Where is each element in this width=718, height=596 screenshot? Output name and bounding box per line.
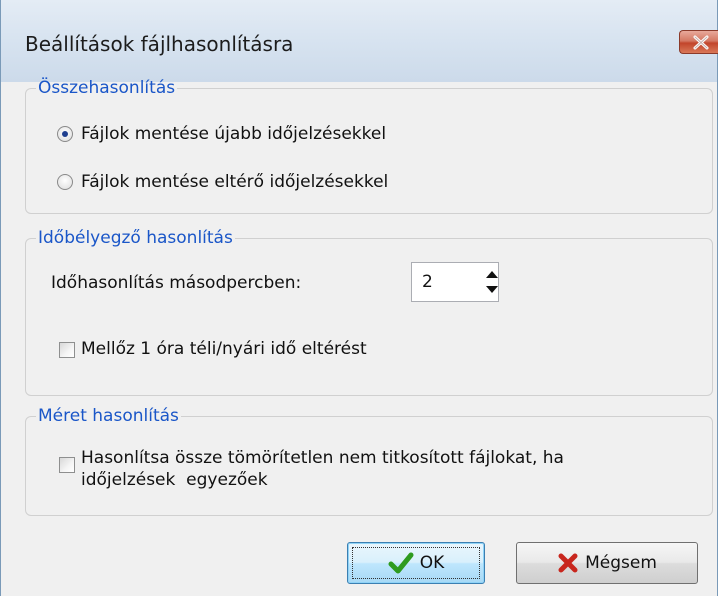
ok-button[interactable]: OK bbox=[347, 542, 485, 584]
radio-button-unchecked[interactable] bbox=[57, 174, 73, 190]
dst-checkbox-row[interactable]: Mellőz 1 óra téli/nyári idő eltérést bbox=[59, 339, 367, 359]
checkmark-icon bbox=[388, 552, 414, 574]
cancel-label: Mégsem bbox=[585, 553, 657, 573]
spin-down-arrow-icon[interactable] bbox=[486, 286, 498, 293]
ok-label: OK bbox=[419, 553, 445, 573]
timestamp-group: Időbélyegző hasonlítás bbox=[25, 228, 713, 396]
spin-up-arrow-icon[interactable] bbox=[486, 271, 498, 278]
size-legend: Méret hasonlítás bbox=[38, 406, 179, 426]
seconds-value[interactable]: 2 bbox=[422, 272, 433, 292]
comparison-legend: Összehasonlítás bbox=[38, 78, 176, 98]
close-icon bbox=[693, 35, 709, 50]
close-button[interactable] bbox=[679, 30, 718, 54]
radio-button-checked[interactable] bbox=[57, 126, 73, 142]
seconds-label: Időhasonlítás másodpercben: bbox=[51, 273, 302, 293]
size-compare-checkbox-row[interactable]: Hasonlítsa össze tömörítetlen nem titkos… bbox=[59, 447, 564, 491]
cancel-button[interactable]: Mégsem bbox=[516, 542, 698, 584]
settings-dialog: Beállítások fájlhasonlításra Összehasonl… bbox=[0, 0, 718, 596]
size-compare-checkbox[interactable] bbox=[59, 457, 75, 473]
size-compare-line-2: időjelzések egyezőek bbox=[81, 470, 268, 490]
comparison-group: Összehasonlítás bbox=[25, 78, 713, 214]
timestamp-legend: Időbélyegző hasonlítás bbox=[38, 228, 233, 248]
radio-newer-timestamps[interactable]: Fájlok mentése újabb időjelzésekkel bbox=[57, 124, 386, 144]
dst-label: Mellőz 1 óra téli/nyári idő eltérést bbox=[81, 339, 367, 359]
size-compare-label: Hasonlítsa össze tömörítetlen nem titkos… bbox=[81, 447, 564, 491]
radio-different-timestamps[interactable]: Fájlok mentése eltérő időjelzésekkel bbox=[57, 172, 388, 192]
dst-checkbox[interactable] bbox=[59, 342, 75, 358]
seconds-spinner[interactable]: 2 bbox=[411, 262, 499, 302]
window-title: Beállítások fájlhasonlításra bbox=[25, 32, 294, 56]
radio-newer-label: Fájlok mentése újabb időjelzésekkel bbox=[81, 124, 387, 144]
focus-ring bbox=[352, 547, 480, 579]
size-compare-line-1: Hasonlítsa össze tömörítetlen nem titkos… bbox=[81, 448, 564, 468]
x-icon bbox=[558, 553, 578, 573]
title-bar[interactable]: Beállítások fájlhasonlításra bbox=[1, 0, 718, 82]
radio-different-label: Fájlok mentése eltérő időjelzésekkel bbox=[81, 172, 389, 192]
